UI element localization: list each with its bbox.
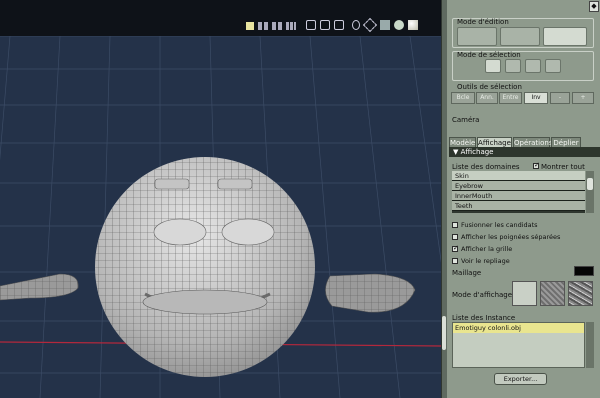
instance-item[interactable]: Emotiguy colonli.obj xyxy=(453,323,584,333)
scene-canvas[interactable] xyxy=(0,36,441,398)
tool-cancel-button[interactable]: Ann. xyxy=(476,92,498,104)
viewport-toolbar xyxy=(0,0,441,36)
camera-icon[interactable] xyxy=(334,20,344,30)
domains-label: Liste des domaines xyxy=(452,163,520,171)
edit-mode-poly-button[interactable] xyxy=(457,27,497,46)
display-mode-pattern-button[interactable] xyxy=(568,281,593,306)
merge-candidates-label: Fusionner les candidats xyxy=(461,221,538,229)
edit-mode-mesh-button[interactable] xyxy=(543,27,587,46)
display-mode-plain-button[interactable] xyxy=(512,281,537,306)
show-grid-checkbox[interactable]: ✓ xyxy=(452,244,459,252)
camera-icon[interactable] xyxy=(320,20,330,30)
maillage-label: Maillage xyxy=(452,269,482,277)
tool-minus-button[interactable]: - xyxy=(550,92,570,104)
domain-item[interactable]: Skin xyxy=(452,171,585,181)
tool-between-button[interactable]: Entre xyxy=(499,92,522,104)
tab-modele[interactable]: Modèle xyxy=(449,137,476,147)
3d-viewport[interactable] xyxy=(0,0,441,398)
display-mode-label: Mode d'affichage xyxy=(452,291,513,299)
show-all-label: Montrer tout xyxy=(541,163,585,171)
show-fold-label: Voir le repliage xyxy=(461,257,510,265)
mode-selection-label: Mode de sélection xyxy=(457,51,521,59)
export-button[interactable]: Exporter... xyxy=(494,373,547,385)
splitter-handle[interactable] xyxy=(442,316,446,350)
show-fold-checkbox[interactable] xyxy=(452,258,458,264)
tab-operations[interactable]: Opérations xyxy=(513,137,552,147)
triangle-down-icon: ▼ xyxy=(453,148,461,156)
instance-list[interactable]: Emotiguy colonli.obj xyxy=(452,322,585,368)
left-hand-mesh xyxy=(0,273,79,301)
domain-list[interactable]: Skin Eyebrow InnerMouth Teeth xyxy=(452,171,585,213)
mesh-color-swatch[interactable] xyxy=(574,266,594,276)
domain-list-scroll-thumb[interactable] xyxy=(587,178,593,190)
outils-selection-label: Outils de sélection xyxy=(457,83,522,91)
affichage-header-label: Affichage xyxy=(460,148,494,156)
select-edge-button[interactable] xyxy=(505,59,521,73)
check-icon: ✓ xyxy=(534,161,540,169)
instances-label: Liste des Instance xyxy=(452,314,516,322)
cube-wire-icon[interactable] xyxy=(362,17,378,33)
instance-list-scrollbar[interactable] xyxy=(586,322,594,368)
tool-loop-button[interactable]: Bcle xyxy=(451,92,475,104)
edit-mode-uv-button[interactable] xyxy=(500,27,540,46)
select-group-button[interactable] xyxy=(545,59,561,73)
display-mode-texture-button[interactable] xyxy=(540,281,565,306)
light-icon[interactable] xyxy=(352,20,360,30)
show-handles-label: Afficher les poignées séparées xyxy=(461,233,561,241)
dual-view-icon[interactable] xyxy=(258,22,268,30)
check-icon: ✓ xyxy=(453,244,459,252)
tool-plus-button[interactable]: + xyxy=(572,92,594,104)
show-handles-checkbox[interactable] xyxy=(452,234,458,240)
quad-view-icon[interactable] xyxy=(272,22,282,30)
merge-candidates-checkbox[interactable] xyxy=(452,222,458,228)
camera-icon[interactable] xyxy=(306,20,316,30)
domain-item[interactable]: Eyebrow xyxy=(452,181,585,191)
affichage-section-header[interactable]: ▼ Affichage xyxy=(449,147,600,157)
select-face-button[interactable] xyxy=(525,59,541,73)
right-hand-mesh xyxy=(325,273,416,313)
sphere-lit-icon[interactable] xyxy=(408,20,418,30)
show-all-checkbox[interactable]: ✓ xyxy=(533,161,540,169)
tab-deplier[interactable]: Déplier xyxy=(551,137,581,147)
tool-invert-button[interactable]: Inv xyxy=(524,92,548,104)
domain-item[interactable]: Teeth xyxy=(452,201,585,211)
emoticon-mesh xyxy=(95,157,315,377)
show-grid-label: Afficher la grille xyxy=(461,245,513,253)
select-vertex-button[interactable] xyxy=(485,59,501,73)
panel-options-button[interactable]: ◆ xyxy=(589,1,599,12)
sphere-icon[interactable] xyxy=(394,20,404,30)
mode-edition-label: Mode d'édition xyxy=(457,18,509,26)
cube-solid-icon[interactable] xyxy=(380,20,390,30)
camera-label: Caméra xyxy=(452,116,480,124)
domain-item[interactable]: InnerMouth xyxy=(452,191,585,201)
grid-view-icon[interactable] xyxy=(286,22,296,30)
single-view-icon[interactable] xyxy=(246,22,254,30)
